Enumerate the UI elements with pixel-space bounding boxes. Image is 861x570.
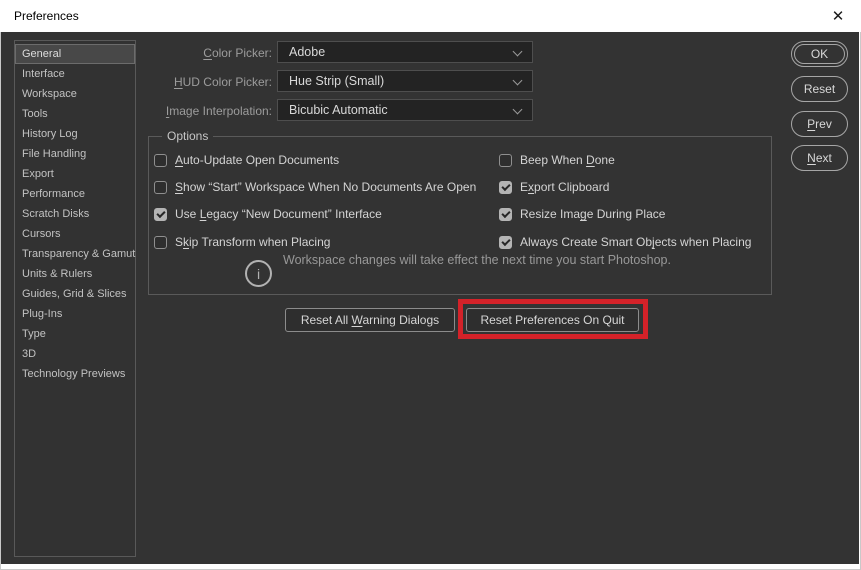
checkbox-row: Show “Start” Workspace When No Documents… [154,177,476,197]
sidebar-item-interface[interactable]: Interface [15,64,135,84]
checkbox-row: Auto-Update Open Documents [154,150,339,170]
color-picker-value: Adobe [289,45,326,59]
sidebar-item-cursors[interactable]: Cursors [15,224,135,244]
hud-color-picker-label: HUD Color Picker: [173,75,272,89]
sidebar-item-plug-ins[interactable]: Plug-Ins [15,304,135,324]
checkbox-show-start-workspace[interactable] [154,180,167,194]
sidebar-item-guides-grid-slices[interactable]: Guides, Grid & Slices [15,284,135,304]
checkbox-row: Resize Image During Place [499,204,665,224]
image-interpolation-value: Bicubic Automatic [289,103,388,117]
image-interpolation-select[interactable]: Bicubic Automatic [277,99,533,121]
checkbox-row: Export Clipboard [499,177,609,197]
sidebar-item-general[interactable]: General [15,44,135,64]
reset-all-warning-dialogs-button[interactable]: Reset All Warning Dialogs [285,308,455,332]
color-picker-select[interactable]: Adobe [277,41,533,63]
checkbox-beep-when-done[interactable] [499,153,512,167]
title-bar: Preferences ✕ [0,0,861,32]
sidebar-item-performance[interactable]: Performance [15,184,135,204]
checkbox-label[interactable]: Export Clipboard [520,180,609,194]
checkbox-label[interactable]: Resize Image During Place [520,207,665,221]
checkbox-use-legacy-new-document[interactable] [154,207,167,221]
close-icon: ✕ [831,8,845,25]
workspace-restart-note: Workspace changes will take effect the n… [283,253,671,267]
sidebar-item-units-rulers[interactable]: Units & Rulers [15,264,135,284]
sidebar-item-tools[interactable]: Tools [15,104,135,124]
checkbox-row: Skip Transform when Placing [154,232,330,252]
sidebar-item-export[interactable]: Export [15,164,135,184]
reset-button[interactable]: Reset [791,76,848,102]
info-icon: i [245,260,272,287]
sidebar-item-workspace[interactable]: Workspace [15,84,135,104]
chevron-down-icon [512,104,523,115]
sidebar-item-type[interactable]: Type [15,324,135,344]
checkbox-skip-transform-when-placing[interactable] [154,235,167,249]
sidebar-item-transparency-gamut[interactable]: Transparency & Gamut [15,244,135,264]
sidebar-item-technology-previews[interactable]: Technology Previews [15,364,135,384]
sidebar-item-3d[interactable]: 3D [15,344,135,364]
hud-color-picker-value: Hue Strip (Small) [289,74,385,88]
checkbox-label[interactable]: Skip Transform when Placing [175,235,330,249]
next-button[interactable]: Next [791,145,848,171]
color-picker-label: Color Picker: [203,46,272,60]
reset-preferences-on-quit-button[interactable]: Reset Preferences On Quit [466,308,639,332]
sidebar-item-file-handling[interactable]: File Handling [15,144,135,164]
chevron-down-icon [512,46,523,57]
checkbox-always-create-smart-objects[interactable] [499,235,512,249]
dialog-title: Preferences [14,9,79,23]
options-group-title: Options [162,129,214,143]
checkbox-label[interactable]: Always Create Smart Objects when Placing [520,235,751,249]
checkbox-auto-update-open-documents[interactable] [154,153,167,167]
checkbox-resize-image-during-place[interactable] [499,207,512,221]
close-button[interactable]: ✕ [825,4,851,28]
preferences-dialog: Preferences ✕ General Interface Workspac… [0,0,861,570]
checkbox-label[interactable]: Show “Start” Workspace When No Documents… [175,180,476,194]
image-interpolation-label: Image Interpolation: [165,104,272,118]
checkbox-label[interactable]: Use Legacy “New Document” Interface [175,207,382,221]
ok-button[interactable]: OK [791,41,848,67]
checkbox-label[interactable]: Beep When Done [520,153,615,167]
sidebar-item-scratch-disks[interactable]: Scratch Disks [15,204,135,224]
preferences-category-list: General Interface Workspace Tools Histor… [14,40,136,557]
checkbox-label[interactable]: Auto-Update Open Documents [175,153,339,167]
prev-button[interactable]: Prev [791,111,848,137]
checkbox-export-clipboard[interactable] [499,180,512,194]
hud-color-picker-select[interactable]: Hue Strip (Small) [277,70,533,92]
checkbox-row: Use Legacy “New Document” Interface [154,204,382,224]
checkbox-row: Always Create Smart Objects when Placing [499,232,751,252]
chevron-down-icon [512,75,523,86]
checkbox-row: Beep When Done [499,150,615,170]
sidebar-item-history-log[interactable]: History Log [15,124,135,144]
